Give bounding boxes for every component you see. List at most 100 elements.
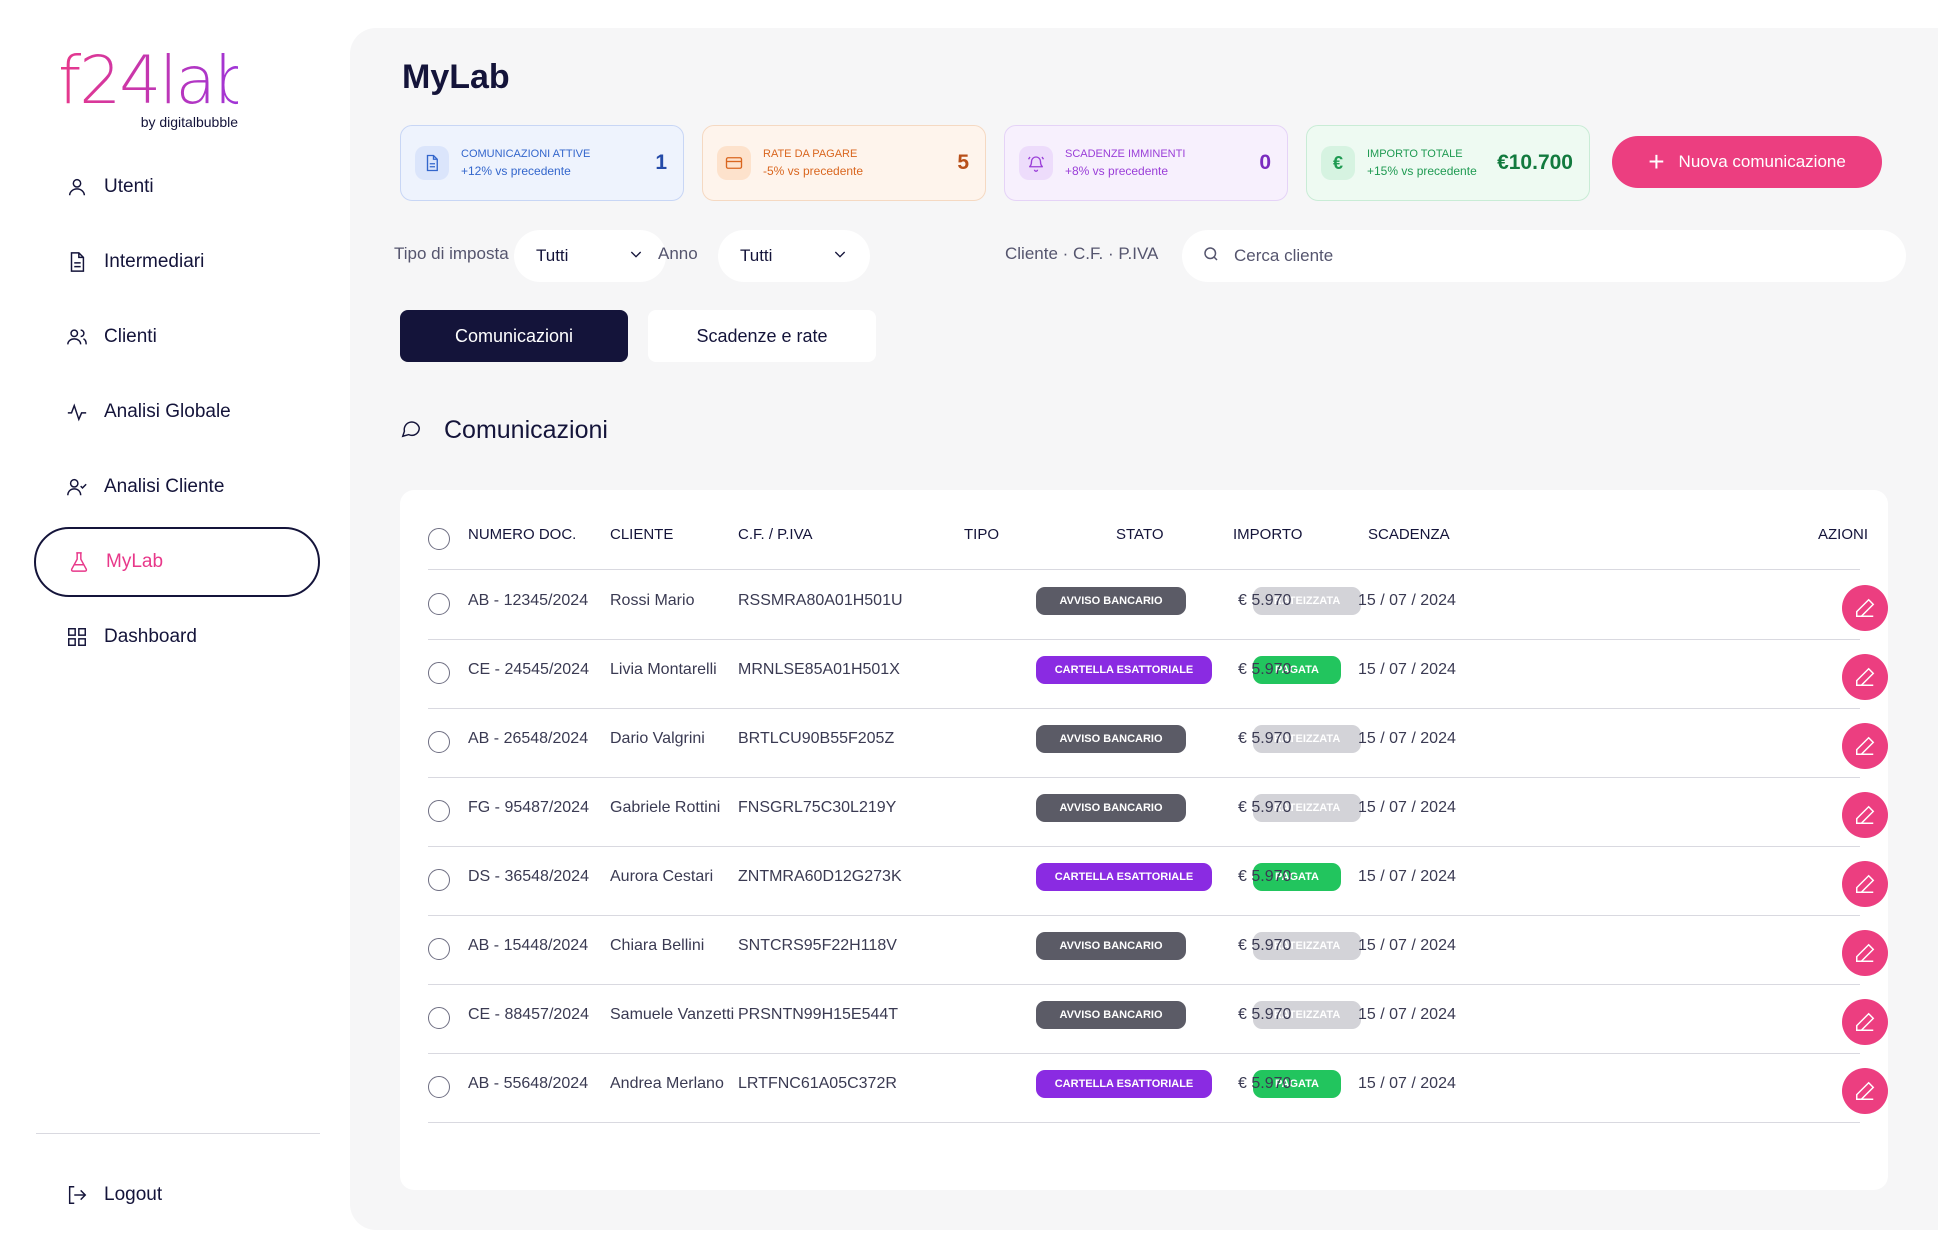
user-icon <box>64 174 90 200</box>
col-stato[interactable]: Stato <box>1116 526 1164 543</box>
table-row[interactable]: CE - 24545/2024 Livia Montarelli MRNLSE85A… <box>428 640 1888 709</box>
logout-button[interactable]: Logout <box>34 1160 320 1230</box>
kpi-card-rate[interactable]: Rate da pagare -5% vs precedente 5 <box>702 125 986 201</box>
tipo-badge: Cartella esattoriale <box>1036 1070 1212 1098</box>
sidebar-item-utenti[interactable]: Utenti <box>34 152 320 222</box>
pencil-icon <box>1856 736 1875 755</box>
edit-button[interactable] <box>1842 792 1888 838</box>
kpi-value: 0 <box>1259 151 1271 174</box>
kpi-card-scadenze[interactable]: Scadenze imminenti +8% vs precedente 0 <box>1004 125 1288 201</box>
sidebar-item-mylab[interactable]: MyLab <box>34 527 320 597</box>
row-checkbox[interactable] <box>428 1007 450 1029</box>
sidebar-item-label: Utenti <box>104 176 154 197</box>
cell-scadenza: 15 / 07 / 2024 <box>1358 799 1456 816</box>
logout-label: Logout <box>104 1184 163 1205</box>
pencil-icon <box>1856 943 1875 962</box>
kpi-label: Scadenze imminenti <box>1065 148 1186 160</box>
chevron-down-icon <box>832 246 848 267</box>
select-all-checkbox[interactable] <box>428 528 450 550</box>
filter-tipo-label: Tipo di imposta <box>394 244 509 263</box>
table-row[interactable]: FG - 95487/2024 Gabriele Rottini FNSGRL75C… <box>428 778 1888 847</box>
pencil-icon <box>1856 874 1875 893</box>
edit-button[interactable] <box>1842 930 1888 976</box>
cell-cf-piva: FNSGRL75C30L219Y <box>738 799 897 816</box>
cell-scadenza: 15 / 07 / 2024 <box>1358 868 1456 885</box>
table-row[interactable]: AB - 55648/2024 Andrea Merlano LRTFNC61A05… <box>428 1054 1888 1123</box>
cell-importo: € 5.970 <box>1238 1075 1292 1092</box>
cell-scadenza: 15 / 07 / 2024 <box>1358 937 1456 954</box>
edit-button[interactable] <box>1842 723 1888 769</box>
row-checkbox[interactable] <box>428 593 450 615</box>
col-numero-doc[interactable]: Numero doc. <box>468 526 576 543</box>
sidebar-item-label: Clienti <box>104 326 157 347</box>
cell-numero-doc: AB - 26548/2024 <box>468 730 589 747</box>
tipo-imposta-select[interactable]: Tutti <box>514 230 666 282</box>
pencil-icon <box>1856 598 1875 617</box>
edit-button[interactable] <box>1842 585 1888 631</box>
edit-button[interactable] <box>1842 861 1888 907</box>
table-row[interactable]: CE - 88457/2024 Samuele Vanzetti PRSNTN99H… <box>428 985 1888 1054</box>
anno-select[interactable]: Tutti <box>718 230 870 282</box>
kpi-label: Rate da pagare <box>763 148 858 160</box>
cell-cf-piva: LRTFNC61A05C372R <box>738 1075 897 1092</box>
row-checkbox[interactable] <box>428 869 450 891</box>
row-checkbox[interactable] <box>428 662 450 684</box>
sidebar-item-label: Analisi Globale <box>104 401 231 422</box>
cell-cliente: Dario Valgrini <box>610 730 705 747</box>
sidebar-item-analisi-globale[interactable]: Analisi Globale <box>34 377 320 447</box>
kpi-card-comunicazioni[interactable]: Comunicazioni attive +12% vs precedente … <box>400 125 684 201</box>
edit-button[interactable] <box>1842 1068 1888 1114</box>
table-row[interactable]: AB - 15448/2024 Chiara Bellini SNTCRS95F22… <box>428 916 1888 985</box>
row-checkbox[interactable] <box>428 938 450 960</box>
page-title: MyLab <box>402 58 510 96</box>
edit-button[interactable] <box>1842 999 1888 1045</box>
cell-cliente: Chiara Bellini <box>610 937 705 954</box>
sidebar-item-label: Dashboard <box>104 626 197 647</box>
tipo-badge: Avviso bancario <box>1036 932 1186 960</box>
table-row[interactable]: AB - 12345/2024 Rossi Mario RSSMRA80A01H50… <box>428 571 1888 640</box>
search-input[interactable] <box>1234 246 1874 266</box>
activity-icon <box>64 399 90 425</box>
table-row[interactable]: AB - 26548/2024 Dario Valgrini BRTLCU90B55… <box>428 709 1888 778</box>
row-checkbox[interactable] <box>428 731 450 753</box>
sidebar-item-clienti[interactable]: Clienti <box>34 302 320 372</box>
col-cliente[interactable]: Cliente <box>610 526 673 543</box>
col-cf-piva[interactable]: C.F. / P.IVA <box>738 526 812 543</box>
kpi-trend: +15% vs precedente <box>1367 164 1477 178</box>
sidebar-item-dashboard[interactable]: Dashboard <box>34 602 320 672</box>
plus-icon: + <box>1648 146 1665 177</box>
cell-importo: € 5.970 <box>1238 799 1292 816</box>
tipo-badge: Cartella esattoriale <box>1036 863 1212 891</box>
sidebar-item-analisi-cliente[interactable]: Analisi Cliente <box>34 452 320 522</box>
tab-scadenze-rate[interactable]: Scadenze e rate <box>648 310 876 362</box>
edit-button[interactable] <box>1842 654 1888 700</box>
tab-comunicazioni[interactable]: Comunicazioni <box>400 310 628 362</box>
col-tipo[interactable]: Tipo <box>964 526 999 543</box>
communications-table: Numero doc. Cliente C.F. / P.IVA Tipo St… <box>400 490 1888 1190</box>
euro-icon: € <box>1321 146 1355 180</box>
cell-importo: € 5.970 <box>1238 592 1292 609</box>
flask-icon <box>66 549 92 575</box>
tipo-badge: Avviso bancario <box>1036 587 1186 615</box>
new-communication-button[interactable]: + Nuova comunicazione <box>1612 136 1882 188</box>
sidebar-item-label: Intermediari <box>104 251 205 272</box>
kpi-card-importo[interactable]: € Importo totale +15% vs precedente €10.… <box>1306 125 1590 201</box>
grid-icon <box>64 624 90 650</box>
select-value: Tutti <box>740 246 773 265</box>
row-checkbox[interactable] <box>428 800 450 822</box>
chevron-down-icon <box>628 246 644 267</box>
row-checkbox[interactable] <box>428 1076 450 1098</box>
cell-numero-doc: FG - 95487/2024 <box>468 799 589 816</box>
cell-cf-piva: ZNTMRA60D12G273K <box>738 868 902 885</box>
cell-numero-doc: AB - 55648/2024 <box>468 1075 589 1092</box>
kpi-trend: +8% vs precedente <box>1065 164 1169 178</box>
brand-logo[interactable]: f24lab by digitalbubble <box>58 48 256 132</box>
col-importo[interactable]: Importo <box>1233 526 1302 543</box>
sidebar-item-intermediari[interactable]: Intermediari <box>34 227 320 297</box>
cell-scadenza: 15 / 07 / 2024 <box>1358 661 1456 678</box>
tipo-badge: Avviso bancario <box>1036 794 1186 822</box>
bell-icon <box>1019 146 1053 180</box>
cell-cliente: Gabriele Rottini <box>610 799 721 816</box>
col-scadenza[interactable]: Scadenza <box>1368 526 1450 543</box>
table-row[interactable]: DS - 36548/2024 Aurora Cestari ZNTMRA60D12… <box>428 847 1888 916</box>
